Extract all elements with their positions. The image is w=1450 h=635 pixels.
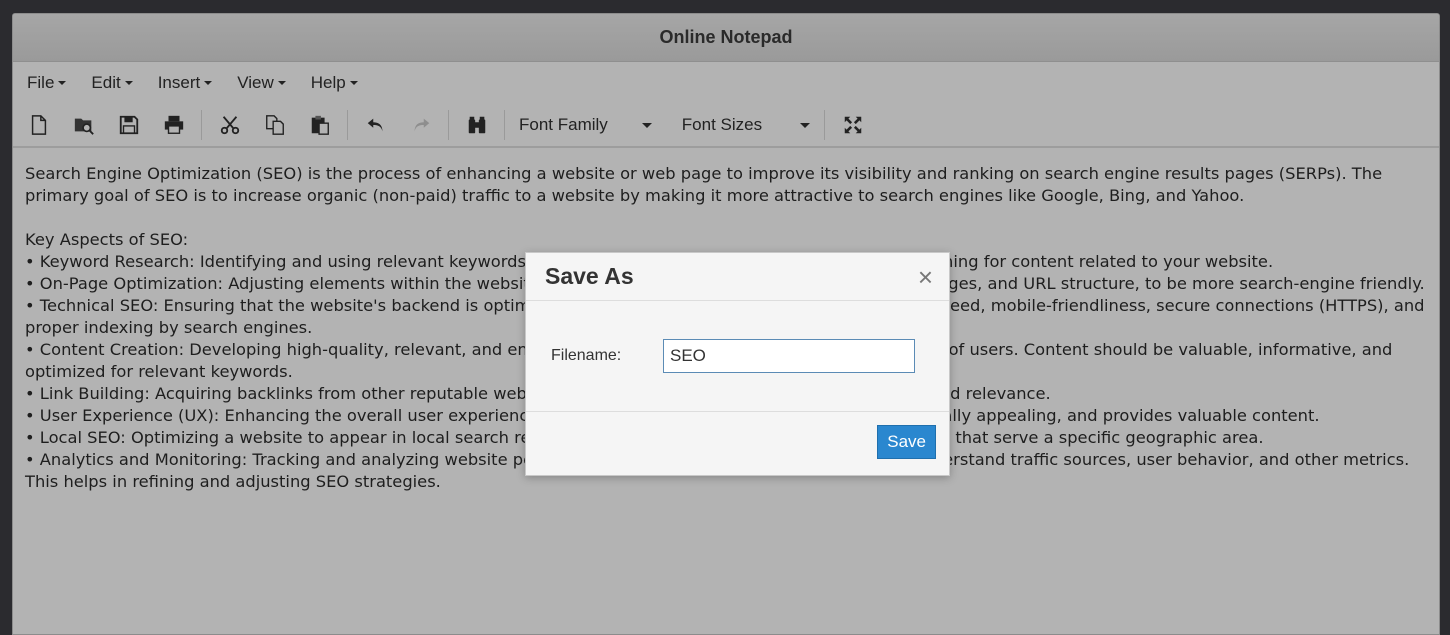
save-button[interactable] xyxy=(115,111,143,139)
dialog-title: Save As xyxy=(545,263,634,289)
menu-view-label: View xyxy=(237,73,274,92)
save-icon xyxy=(119,115,139,135)
menu-edit[interactable]: Edit xyxy=(91,73,133,93)
redo-button[interactable] xyxy=(407,111,435,139)
toolbar-separator xyxy=(347,110,348,140)
save-button[interactable]: Save xyxy=(877,425,936,459)
fullscreen-button[interactable] xyxy=(839,111,867,139)
font-family-dropdown[interactable]: Font Family xyxy=(519,115,652,135)
toolbar: Font Family Font Sizes xyxy=(13,104,1439,148)
menu-help-label: Help xyxy=(310,73,346,92)
font-family-label: Font Family xyxy=(519,115,608,134)
dialog-body: Filename: xyxy=(526,301,949,412)
filename-label: Filename: xyxy=(551,347,622,364)
toolbar-separator xyxy=(201,110,202,140)
undo-button[interactable] xyxy=(362,111,390,139)
new-file-icon xyxy=(31,115,47,135)
caret-down-icon xyxy=(58,81,67,85)
cut-icon xyxy=(220,116,240,135)
menu-bar: File Edit Insert View Help xyxy=(13,62,1439,104)
window-title: Online Notepad xyxy=(659,27,793,47)
open-file-icon xyxy=(74,118,94,135)
menu-edit-label: Edit xyxy=(91,73,121,92)
undo-icon xyxy=(367,118,383,132)
caret-down-icon xyxy=(124,81,133,85)
open-file-button[interactable] xyxy=(70,111,98,139)
print-icon xyxy=(164,115,184,134)
filename-input[interactable] xyxy=(663,339,915,373)
cut-button[interactable] xyxy=(216,111,244,139)
redo-icon xyxy=(414,118,430,132)
caret-down-icon xyxy=(204,81,213,85)
paste-icon xyxy=(311,115,329,135)
menu-view[interactable]: View xyxy=(237,73,286,93)
caret-down-icon xyxy=(641,122,652,128)
menu-insert-label: Insert xyxy=(157,73,201,92)
find-button[interactable] xyxy=(463,111,491,139)
save-as-dialog: Save As × Filename: Save xyxy=(525,252,950,476)
new-file-button[interactable] xyxy=(25,111,53,139)
toolbar-separator xyxy=(448,110,449,140)
dialog-header: Save As × xyxy=(526,253,949,301)
find-icon xyxy=(468,116,486,134)
font-sizes-dropdown[interactable]: Font Sizes xyxy=(681,115,811,135)
toolbar-separator xyxy=(504,110,505,140)
menu-file[interactable]: File xyxy=(27,73,67,93)
toolbar-separator xyxy=(824,110,826,140)
menu-file-label: File xyxy=(27,73,55,92)
copy-button[interactable] xyxy=(261,111,289,139)
caret-down-icon xyxy=(349,81,358,85)
caret-down-icon xyxy=(277,81,286,85)
caret-down-icon xyxy=(800,122,811,128)
menu-help[interactable]: Help xyxy=(311,73,358,93)
title-bar: Online Notepad xyxy=(13,14,1439,62)
copy-icon xyxy=(266,115,284,135)
fullscreen-icon xyxy=(844,116,862,134)
dialog-footer: Save xyxy=(526,412,949,459)
print-button[interactable] xyxy=(160,111,188,139)
close-icon[interactable]: × xyxy=(918,264,933,290)
font-sizes-label: Font Sizes xyxy=(681,115,763,134)
menu-insert[interactable]: Insert xyxy=(158,73,213,93)
paste-button[interactable] xyxy=(306,111,334,139)
